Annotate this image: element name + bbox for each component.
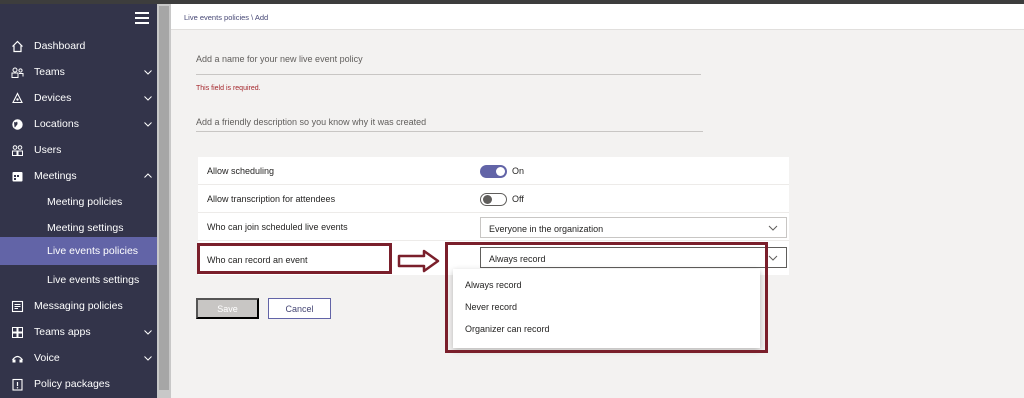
name-error-message: This field is required. [196,85,261,92]
breadcrumb-bar: Live events policies \ Add [171,4,1024,30]
setting-row-who-can-join: Who can join scheduled live events Every… [198,213,789,241]
policy-name-underline [196,74,701,75]
sidebar-item-label: Teams apps [34,326,91,338]
sidebar-scrollbar-thumb[interactable] [159,6,169,390]
chevron-down-icon [144,330,152,335]
toggle-state-label: Off [512,194,524,204]
sidebar-item-label: Meeting settings [47,222,124,234]
setting-label: Allow scheduling [207,166,275,176]
sidebar-item-devices[interactable]: Devices [0,85,157,111]
left-nav: Dashboard Teams Devices Locations Users … [0,4,157,398]
sidebar-item-label: Teams [34,66,65,78]
sidebar-item-label: Devices [34,92,72,104]
cancel-button[interactable]: Cancel [268,298,331,319]
chevron-down-icon [144,122,152,127]
sidebar-item-policy-packages[interactable]: Policy packages [0,371,157,397]
sidebar-item-locations[interactable]: Locations [0,111,157,137]
calendar-icon [10,169,24,183]
policy-description-underline [196,131,703,132]
allow-scheduling-toggle[interactable] [480,165,507,178]
globe-icon [10,117,24,131]
users-icon [10,143,24,157]
voice-icon [10,351,24,365]
arrow-right-icon [397,249,440,273]
sidebar-item-label: Meeting policies [47,196,123,208]
setting-label: Allow transcription for attendees [207,194,336,204]
chevron-down-icon [144,356,152,361]
sidebar-item-label: Voice [34,352,60,364]
chevron-down-icon [768,225,778,231]
hamburger-menu-icon[interactable] [135,12,149,26]
sidebar-item-label: Locations [34,118,79,130]
chevron-down-icon [768,255,778,261]
breadcrumb[interactable]: Live events policies \ Add [184,13,268,22]
save-button[interactable]: Save [196,298,259,319]
sidebar-item-voice[interactable]: Voice [0,345,157,371]
who-can-join-dropdown[interactable]: Everyone in the organization [480,217,787,238]
sidebar-item-label: Dashboard [34,40,86,52]
sidebar-item-messaging-policies[interactable]: Messaging policies [0,293,157,319]
sidebar-item-label: Messaging policies [34,300,123,312]
sidebar-item-label: Live events settings [47,274,140,286]
apps-icon [10,325,24,339]
policy-icon [10,377,24,391]
sidebar-item-users[interactable]: Users [0,137,157,163]
sidebar-item-live-events-policies[interactable]: Live events policies [0,237,157,265]
toggle-knob [483,195,492,204]
toggle-knob [496,167,505,176]
sidebar-item-meetings[interactable]: Meetings [0,163,157,189]
allow-transcription-toggle[interactable] [480,193,507,206]
toggle-state-label: On [512,166,525,176]
dropdown-value: Everyone in the organization [489,224,604,234]
chevron-down-icon [144,70,152,75]
highlight-box-dropdown [445,242,768,353]
sidebar-item-teams[interactable]: Teams [0,59,157,85]
policy-name-input[interactable]: Add a name for your new live event polic… [196,54,363,64]
policy-description-input[interactable]: Add a friendly description so you know w… [196,117,426,127]
sidebar-item-meeting-policies[interactable]: Meeting policies [0,189,157,215]
setting-row-allow-scheduling: Allow scheduling On [198,157,789,185]
sidebar-item-label: Users [34,144,62,156]
sidebar-item-label: Live events policies [47,245,139,257]
sidebar-item-dashboard[interactable]: Dashboard [0,33,157,59]
teams-icon [10,65,24,79]
setting-label: Who can join scheduled live events [207,222,348,232]
devices-icon [10,91,24,105]
chevron-down-icon [144,96,152,101]
home-icon [10,39,24,53]
setting-row-allow-transcription: Allow transcription for attendees Off [198,185,789,213]
message-icon [10,299,24,313]
highlight-box-label [197,243,392,274]
sidebar-item-live-events-settings[interactable]: Live events settings [0,267,157,293]
sidebar-item-teams-apps[interactable]: Teams apps [0,319,157,345]
sidebar-item-label: Policy packages [34,378,110,390]
chevron-up-icon [144,173,152,178]
sidebar-item-label: Meetings [34,170,77,182]
